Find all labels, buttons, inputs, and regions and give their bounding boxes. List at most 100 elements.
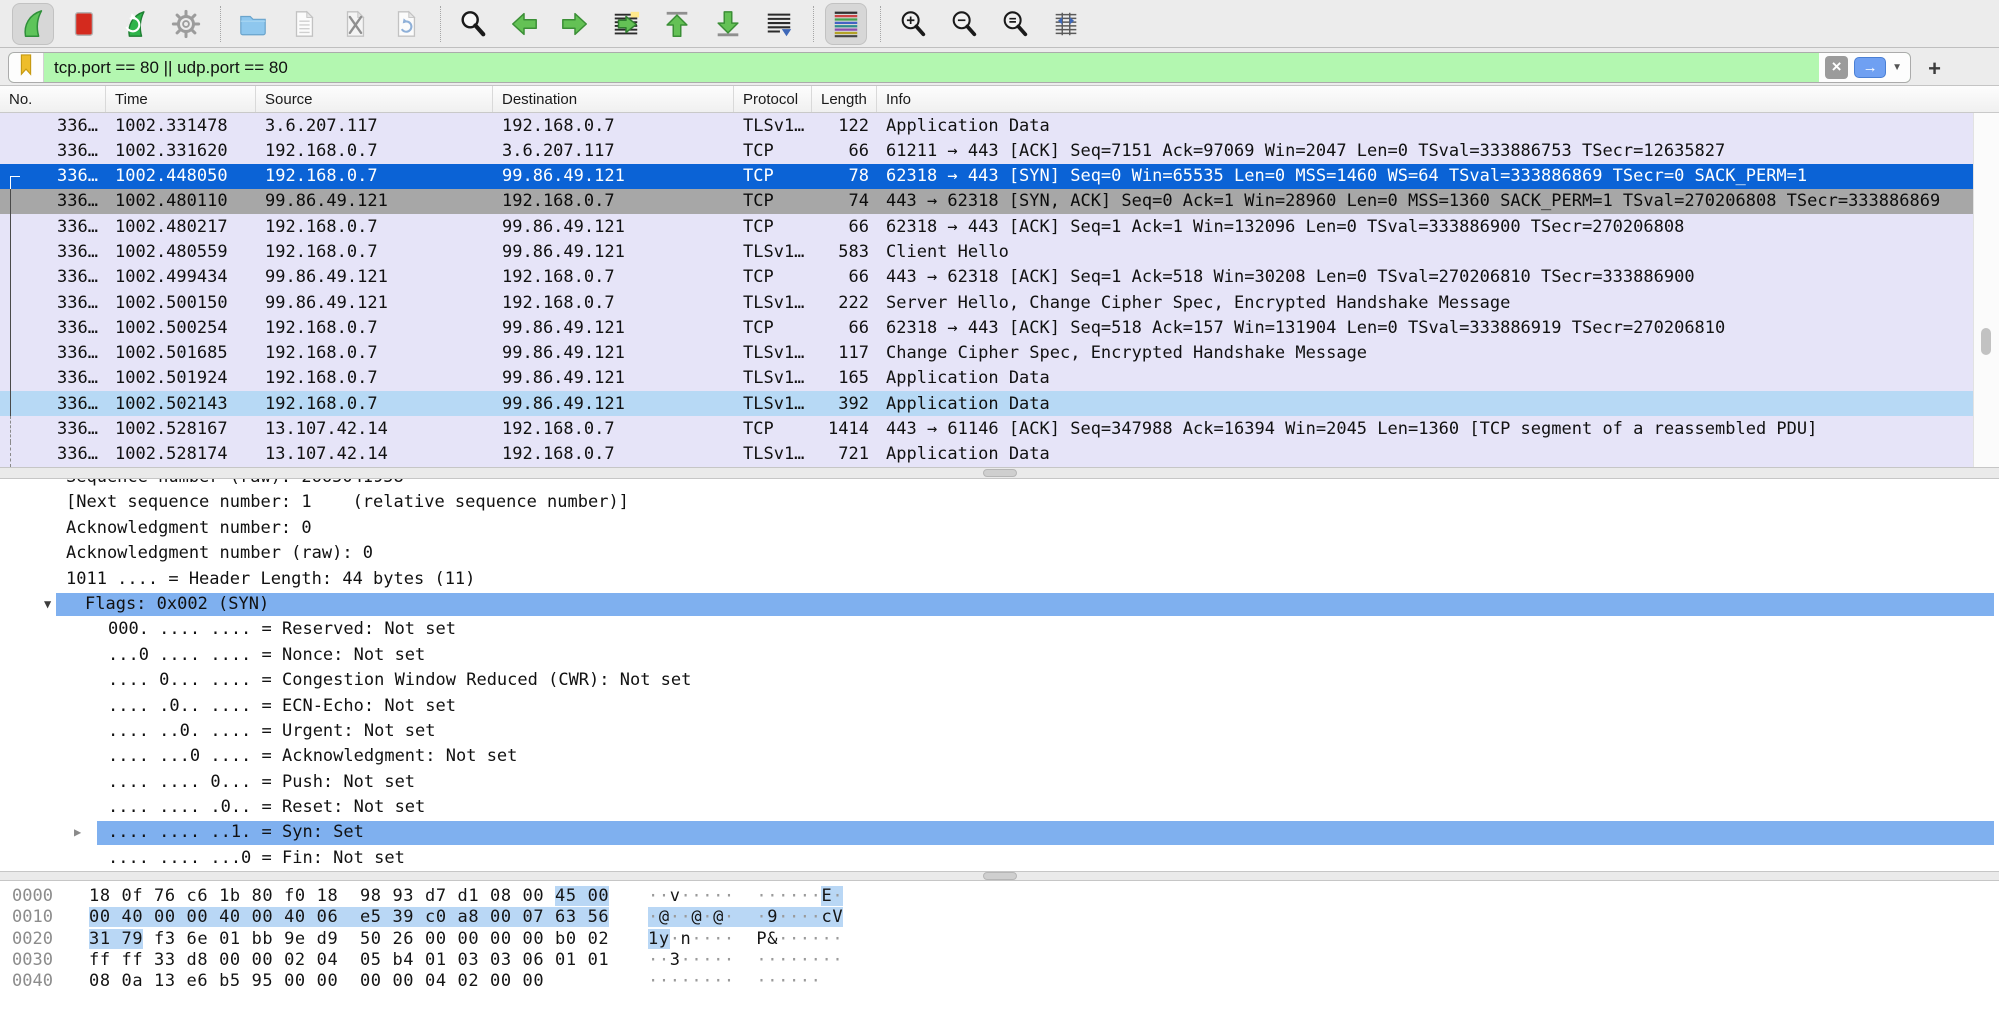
- packet-cell-protocol: TLSv1…: [734, 293, 812, 313]
- hex-offset: 0020: [12, 929, 53, 950]
- go-forward-button[interactable]: [554, 3, 596, 45]
- packet-row[interactable]: 336…1002.52816713.107.42.14192.168.0.7TC…: [0, 416, 1973, 441]
- open-file-button[interactable]: [232, 3, 274, 45]
- detail-line[interactable]: Acknowledgment number: 0: [0, 516, 1999, 541]
- reload-file-button[interactable]: [385, 3, 427, 45]
- scrollbar-thumb[interactable]: [1981, 328, 1991, 355]
- auto-scroll-button[interactable]: [758, 3, 800, 45]
- go-first-button[interactable]: [656, 3, 698, 45]
- close-file-button[interactable]: [334, 3, 376, 45]
- packet-row[interactable]: 336…1002.502143192.168.0.799.86.49.121TL…: [0, 391, 1973, 416]
- display-filter-input[interactable]: tcp.port == 80 || udp.port == 80: [44, 58, 1819, 78]
- expander-open-icon[interactable]: ▼: [44, 592, 51, 617]
- packet-cell-time: 1002.480110: [106, 191, 256, 211]
- start-capture-button[interactable]: [12, 3, 54, 45]
- column-header-length[interactable]: Length: [812, 86, 877, 112]
- hex-offset: 0000: [12, 886, 53, 907]
- detail-line[interactable]: .... .... ...0 = Fin: Not set: [0, 846, 1999, 871]
- hex-row[interactable]: 002031 79 f3 6e 01 bb 9e d9 50 26 00 00 …: [0, 929, 1999, 950]
- column-header-info[interactable]: Info: [877, 86, 1999, 112]
- detail-line[interactable]: .... ...0 .... = Acknowledgment: Not set: [0, 744, 1999, 769]
- packet-row[interactable]: 336…1002.501924192.168.0.799.86.49.121TL…: [0, 366, 1973, 391]
- column-header-time[interactable]: Time: [106, 86, 256, 112]
- hex-row[interactable]: 0030ff ff 33 d8 00 00 02 04 05 b4 01 03 …: [0, 950, 1999, 971]
- filter-add-button[interactable]: +: [1928, 56, 1941, 82]
- stop-icon: [69, 9, 99, 39]
- packet-row[interactable]: 336…1002.52817413.107.42.14192.168.0.7TL…: [0, 442, 1973, 467]
- packet-cell-protocol: TCP: [734, 419, 812, 439]
- go-back-button[interactable]: [503, 3, 545, 45]
- packet-cell-info: 443 → 61146 [ACK] Seq=347988 Ack=16394 W…: [877, 419, 1973, 439]
- packet-bytes-pane[interactable]: 0000 18 0f 76 c6 1b 80 f0 18 98 93 d7 d1 …: [0, 881, 1999, 1018]
- packet-cell-time: 1002.480559: [106, 242, 256, 262]
- find-packet-button[interactable]: [452, 3, 494, 45]
- column-header-source[interactable]: Source: [256, 86, 493, 112]
- detail-line[interactable]: 000. .... .... = Reserved: Not set: [0, 617, 1999, 642]
- zoom-out-icon: [949, 9, 979, 39]
- packet-cell-protocol: TLSv1…: [734, 343, 812, 363]
- column-header-no[interactable]: No.: [0, 86, 106, 112]
- packet-cell-no: 336…: [0, 343, 106, 363]
- detail-text: 1011 .... = Header Length: 44 bytes (11): [66, 567, 475, 592]
- detail-line[interactable]: ▶.... .... ..1. = Syn: Set: [0, 820, 1999, 845]
- hex-row[interactable]: 0000 18 0f 76 c6 1b 80 f0 18 98 93 d7 d1 …: [0, 886, 1999, 907]
- detail-line[interactable]: .... .... 0... = Push: Not set: [0, 770, 1999, 795]
- zoom-out-button[interactable]: [943, 3, 985, 45]
- detail-line[interactable]: .... .0.. .... = ECN-Echo: Not set: [0, 694, 1999, 719]
- packet-row[interactable]: 336…1002.480217192.168.0.799.86.49.121TC…: [0, 214, 1973, 239]
- go-last-button[interactable]: [707, 3, 749, 45]
- packet-row[interactable]: 336…1002.480559192.168.0.799.86.49.121TL…: [0, 239, 1973, 264]
- restart-capture-button[interactable]: [114, 3, 156, 45]
- packet-row[interactable]: 336…1002.500254192.168.0.799.86.49.121TC…: [0, 315, 1973, 340]
- splitter-grip-icon: [983, 872, 1017, 880]
- detail-line[interactable]: .... .... .0.. = Reset: Not set: [0, 795, 1999, 820]
- arrow-left-icon: [509, 9, 539, 39]
- packet-row[interactable]: 336…1002.331620192.168.0.73.6.207.117TCP…: [0, 138, 1973, 163]
- detail-text: ...0 .... .... = Nonce: Not set: [108, 643, 425, 668]
- detail-line[interactable]: .... 0... .... = Congestion Window Reduc…: [0, 668, 1999, 693]
- hex-row[interactable]: 004008 0a 13 e6 b5 95 00 00 00 00 04 02 …: [0, 971, 1999, 992]
- filter-apply-button[interactable]: →: [1854, 57, 1886, 78]
- packet-cell-info: Application Data: [877, 394, 1973, 414]
- packet-row[interactable]: 336…1002.50015099.86.49.121192.168.0.7TL…: [0, 290, 1973, 315]
- save-file-button[interactable]: [283, 3, 325, 45]
- packet-row[interactable]: 336…1002.3314783.6.207.117192.168.0.7TLS…: [0, 113, 1973, 138]
- resize-columns-button[interactable]: [1045, 3, 1087, 45]
- capture-options-button[interactable]: [165, 3, 207, 45]
- detail-line[interactable]: .... ..0. .... = Urgent: Not set: [0, 719, 1999, 744]
- packet-cell-info: 61211 → 443 [ACK] Seq=7151 Ack=97069 Win…: [877, 141, 1973, 161]
- detail-line[interactable]: 1011 .... = Header Length: 44 bytes (11): [0, 567, 1999, 592]
- detail-line[interactable]: [Next sequence number: 1 (relative seque…: [0, 490, 1999, 515]
- packet-list-scrollbar[interactable]: [1973, 113, 1999, 467]
- filter-bookmark-button[interactable]: [9, 53, 44, 82]
- column-header-destination[interactable]: Destination: [493, 86, 734, 112]
- packet-cell-source: 99.86.49.121: [256, 191, 493, 211]
- detail-text: 000. .... .... = Reserved: Not set: [108, 617, 456, 642]
- hex-bytes: ff ff 33 d8 00 00 02 04 05 b4 01 03 03 0…: [89, 950, 609, 971]
- hex-bytes: 18 0f 76 c6 1b 80 f0 18 98 93 d7 d1 08 0…: [89, 886, 609, 907]
- packet-cell-source: 99.86.49.121: [256, 267, 493, 287]
- filter-clear-button[interactable]: ×: [1825, 56, 1848, 79]
- expander-closed-icon[interactable]: ▶: [74, 820, 81, 845]
- packet-row[interactable]: 336…1002.48011099.86.49.121192.168.0.7TC…: [0, 189, 1973, 214]
- detail-line[interactable]: ...0 .... .... = Nonce: Not set: [0, 643, 1999, 668]
- pane-splitter-top[interactable]: [0, 467, 1999, 479]
- hex-row[interactable]: 001000 40 00 00 40 00 40 06 e5 39 c0 a8 …: [0, 907, 1999, 928]
- pane-splitter-bottom[interactable]: [0, 871, 1999, 881]
- zoom-reset-button[interactable]: [994, 3, 1036, 45]
- column-header-protocol[interactable]: Protocol: [734, 86, 812, 112]
- zoom-in-button[interactable]: [892, 3, 934, 45]
- packet-cell-source: 192.168.0.7: [256, 166, 493, 186]
- display-filter-field[interactable]: tcp.port == 80 || udp.port == 80 × → ▼: [8, 52, 1911, 83]
- colorize-button[interactable]: [825, 3, 867, 45]
- detail-line[interactable]: ▼Flags: 0x002 (SYN): [0, 592, 1999, 617]
- packet-row[interactable]: 336…1002.49943499.86.49.121192.168.0.7TC…: [0, 265, 1973, 290]
- stop-capture-button[interactable]: [63, 3, 105, 45]
- filter-dropdown-caret-icon[interactable]: ▼: [1892, 62, 1902, 73]
- packet-row[interactable]: 336…1002.501685192.168.0.799.86.49.121TL…: [0, 341, 1973, 366]
- go-to-packet-button[interactable]: [605, 3, 647, 45]
- detail-line[interactable]: Sequence number (raw): 2665041958: [0, 479, 1999, 490]
- detail-line[interactable]: Acknowledgment number (raw): 0: [0, 541, 1999, 566]
- packet-row[interactable]: 336…1002.448050192.168.0.799.86.49.121TC…: [0, 164, 1973, 189]
- packet-cell-protocol: TCP: [734, 191, 812, 211]
